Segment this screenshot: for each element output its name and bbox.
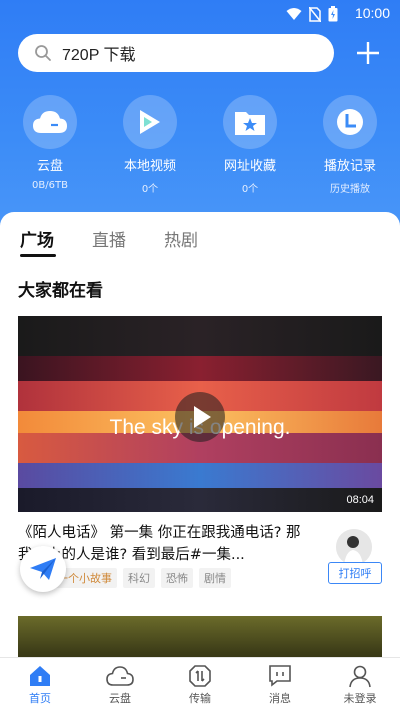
paper-plane-icon [30,558,56,580]
tab-plaza[interactable]: 广场 [20,226,54,251]
nav-home[interactable]: 首页 [0,658,80,710]
nav-cloud[interactable]: 云盘 [80,658,160,710]
transfer-icon [189,665,211,687]
nav-label: 云盘 [109,692,131,705]
nav-label: 传输 [189,692,211,705]
greet-button[interactable]: 打招呼 [328,562,382,584]
home-icon [30,666,50,686]
play-icon [140,110,160,134]
nav-profile[interactable]: 未登录 [320,658,400,710]
cloud-icon [106,666,134,686]
quick-label: 播放记录 [323,159,376,174]
avatar[interactable] [336,529,372,565]
send-fab[interactable] [20,546,66,592]
add-icon[interactable] [352,37,384,69]
quick-item-cloud[interactable]: 云盘 0B/6TB [0,95,100,195]
battery-icon [328,6,338,22]
section-title: 大家都在看 [18,281,103,301]
play-icon [194,406,211,428]
quick-item-history[interactable]: 播放记录 历史播放 [300,95,400,195]
star-folder-icon [235,112,265,135]
status-time: 10:00 [354,5,390,21]
bottom-nav: 首页 云盘 传输 消息 未登录 [0,657,400,710]
wifi-icon [286,8,302,20]
quick-sub: 0个 [241,184,259,195]
tab-bar: 广场 直播 热剧 [20,226,198,251]
nav-messages[interactable]: 消息 [240,658,320,710]
nav-label: 首页 [29,692,51,705]
no-sim-icon [309,6,321,22]
next-video-thumbnail[interactable] [18,616,382,657]
tag-list: 一个小故事 科幻 恐怖 剧情 [52,568,231,588]
quick-label: 云盘 [36,159,63,174]
tab-drama[interactable]: 热剧 [164,226,198,251]
search-query[interactable]: 720P 下载 [62,41,136,65]
main-content: 广场 直播 热剧 大家都在看 The sky is opening. 08:04… [0,212,400,657]
search-bar[interactable]: 720P 下载 [18,34,334,72]
user-icon [349,665,371,688]
quick-label: 本地视频 [123,159,176,174]
quick-sub: 历史播放 [330,184,370,195]
nav-label: 未登录 [343,692,377,705]
quick-item-local-video[interactable]: 本地视频 0个 [100,95,200,195]
cloud-icon [33,111,67,133]
message-icon [269,665,291,687]
avatar-image [336,529,372,565]
quick-access: 云盘 0B/6TB 本地视频 0个 网址收藏 0个 播放记录 历史播放 [0,95,400,195]
status-bar: 10:00 [0,0,400,28]
nav-label: 消息 [269,692,291,705]
quick-label: 网址收藏 [223,159,276,174]
tag[interactable]: 剧情 [199,568,231,588]
tab-live[interactable]: 直播 [92,226,126,251]
video-duration: 08:04 [346,494,374,506]
play-button[interactable] [175,392,225,442]
tag[interactable]: 科幻 [123,568,155,588]
quick-item-bookmarks[interactable]: 网址收藏 0个 [200,95,300,195]
nav-transfer[interactable]: 传输 [160,658,240,710]
tag[interactable]: 恐怖 [161,568,193,588]
search-icon [35,45,51,61]
tab-indicator [20,254,56,257]
quick-sub: 0个 [141,184,159,195]
history-icon [337,109,363,135]
quick-sub: 0B/6TB [32,180,68,191]
video-thumbnail[interactable]: The sky is opening. 08:04 [18,316,382,512]
